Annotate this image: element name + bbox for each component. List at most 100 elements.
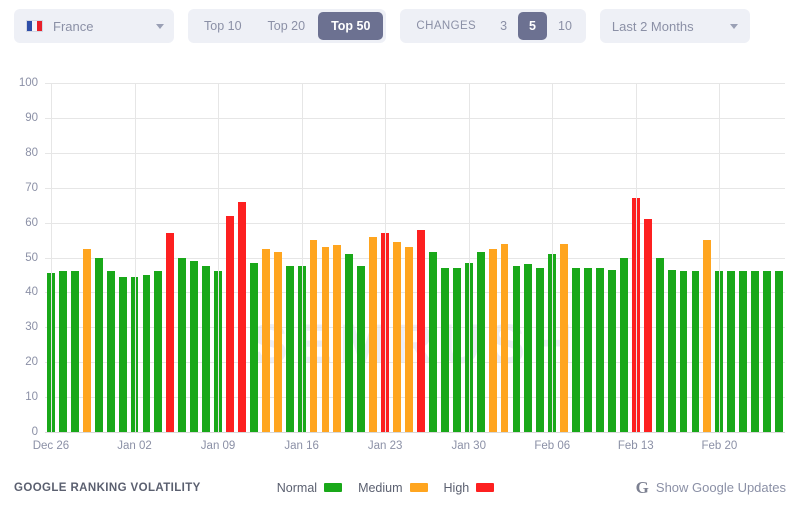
bar[interactable] [202, 266, 211, 432]
bar[interactable] [619, 257, 628, 432]
volatility-widget: France Top 10 Top 20 Top 50 CHANGES 3 5 … [0, 0, 800, 510]
bar[interactable] [261, 248, 270, 432]
bar[interactable] [572, 267, 581, 432]
gridline-x-7 [636, 83, 637, 432]
bar[interactable] [691, 271, 700, 432]
y-tick-label-0: 0 [31, 426, 38, 438]
toolbar: France Top 10 Top 20 Top 50 CHANGES 3 5 … [0, 0, 800, 52]
bar[interactable] [273, 252, 282, 432]
bar[interactable] [607, 269, 616, 432]
flag-france-icon [26, 20, 43, 32]
bar[interactable] [679, 271, 688, 432]
chevron-down-icon [156, 23, 164, 29]
bar[interactable] [70, 271, 79, 432]
bar[interactable] [94, 257, 103, 432]
bar[interactable] [249, 262, 258, 432]
legend-swatch-high [476, 483, 495, 492]
period-select-value: Last 2 Months [611, 18, 694, 34]
legend: Normal Medium High [276, 480, 495, 495]
bar[interactable] [142, 274, 151, 432]
bar[interactable] [500, 243, 509, 432]
bar[interactable] [584, 267, 592, 432]
bar[interactable] [82, 248, 91, 432]
legend-label-normal: Normal [276, 480, 318, 495]
bar[interactable] [428, 252, 437, 432]
bar[interactable] [739, 271, 748, 432]
bar[interactable] [226, 215, 234, 432]
changes-3-option[interactable]: 3 [489, 12, 518, 40]
x-tick-label-2: Jan 09 [200, 440, 236, 452]
top-filter-group: Top 10 Top 20 Top 50 [188, 9, 387, 43]
bar[interactable] [417, 229, 425, 432]
bar[interactable] [667, 269, 676, 432]
changes-5-option[interactable]: 5 [518, 12, 547, 40]
gridline-y-50 [45, 257, 785, 259]
bar[interactable] [166, 233, 175, 432]
bar[interactable] [596, 267, 604, 432]
bar[interactable] [452, 267, 461, 432]
legend-swatch-medium [409, 483, 428, 492]
legend-item-normal: Normal [276, 480, 343, 495]
bar[interactable] [488, 248, 497, 432]
bar[interactable] [154, 271, 163, 432]
bar[interactable] [703, 240, 712, 432]
y-tick-label-30: 30 [25, 321, 38, 334]
top-50-option[interactable]: Top 50 [318, 12, 384, 40]
gridline-y-70 [45, 187, 785, 189]
bar[interactable] [58, 271, 67, 432]
top-10-option[interactable]: Top 10 [191, 12, 255, 40]
chart-title: GOOGLE RANKING VOLATILITY [14, 481, 201, 494]
bar[interactable] [655, 257, 664, 432]
legend-item-medium: Medium [358, 481, 428, 495]
top-20-option[interactable]: Top 20 [255, 12, 319, 40]
bar[interactable] [393, 241, 402, 432]
changes-10-option[interactable]: 10 [547, 12, 583, 40]
gridline-y-90 [45, 117, 785, 119]
y-tick-label-80: 80 [25, 146, 38, 159]
bar[interactable] [345, 254, 354, 432]
x-tick-label-0: Dec 26 [32, 440, 70, 452]
bar[interactable] [118, 276, 127, 432]
gridline-x-5 [469, 83, 470, 432]
bar[interactable] [321, 247, 330, 432]
bar[interactable] [560, 243, 569, 432]
gridline-x-1 [135, 83, 136, 432]
bar[interactable] [775, 271, 783, 432]
bar[interactable] [285, 266, 294, 432]
bar[interactable] [476, 252, 485, 432]
bar[interactable] [751, 271, 760, 432]
show-google-updates-button[interactable]: G Show Google Updates [636, 479, 786, 496]
bar[interactable] [643, 219, 652, 432]
y-tick-label-70: 70 [25, 181, 38, 194]
bar[interactable] [190, 261, 199, 432]
bar[interactable] [106, 271, 115, 432]
x-tick-label-4: Jan 23 [367, 440, 403, 452]
bar[interactable] [440, 267, 449, 432]
bar[interactable] [237, 201, 246, 432]
gridline-x-2 [218, 83, 219, 432]
bar[interactable] [333, 245, 342, 432]
bar[interactable] [512, 266, 521, 432]
y-tick-label-60: 60 [25, 216, 38, 229]
bar[interactable] [524, 264, 533, 432]
country-select-value: France [53, 18, 94, 34]
bar[interactable] [309, 240, 318, 432]
bar[interactable] [405, 247, 413, 432]
legend-item-high: High [444, 481, 495, 495]
bar[interactable] [369, 236, 378, 432]
bar[interactable] [536, 267, 545, 432]
bar[interactable] [178, 257, 187, 432]
country-select[interactable]: France [14, 9, 174, 43]
y-tick-label-20: 20 [25, 356, 38, 369]
x-tick-label-1: Jan 02 [117, 440, 152, 452]
google-g-icon: G [635, 478, 649, 497]
bar[interactable] [763, 271, 772, 432]
changes-filter-group: CHANGES 3 5 10 [400, 9, 586, 43]
y-tick-label-50: 50 [25, 251, 38, 264]
period-select[interactable]: Last 2 Months [599, 9, 750, 43]
gridline-x-8 [719, 83, 720, 432]
gridline-y-80 [45, 152, 785, 154]
bar[interactable] [727, 271, 736, 432]
bar[interactable] [357, 266, 366, 432]
x-tick-label-8: Feb 20 [701, 440, 738, 452]
